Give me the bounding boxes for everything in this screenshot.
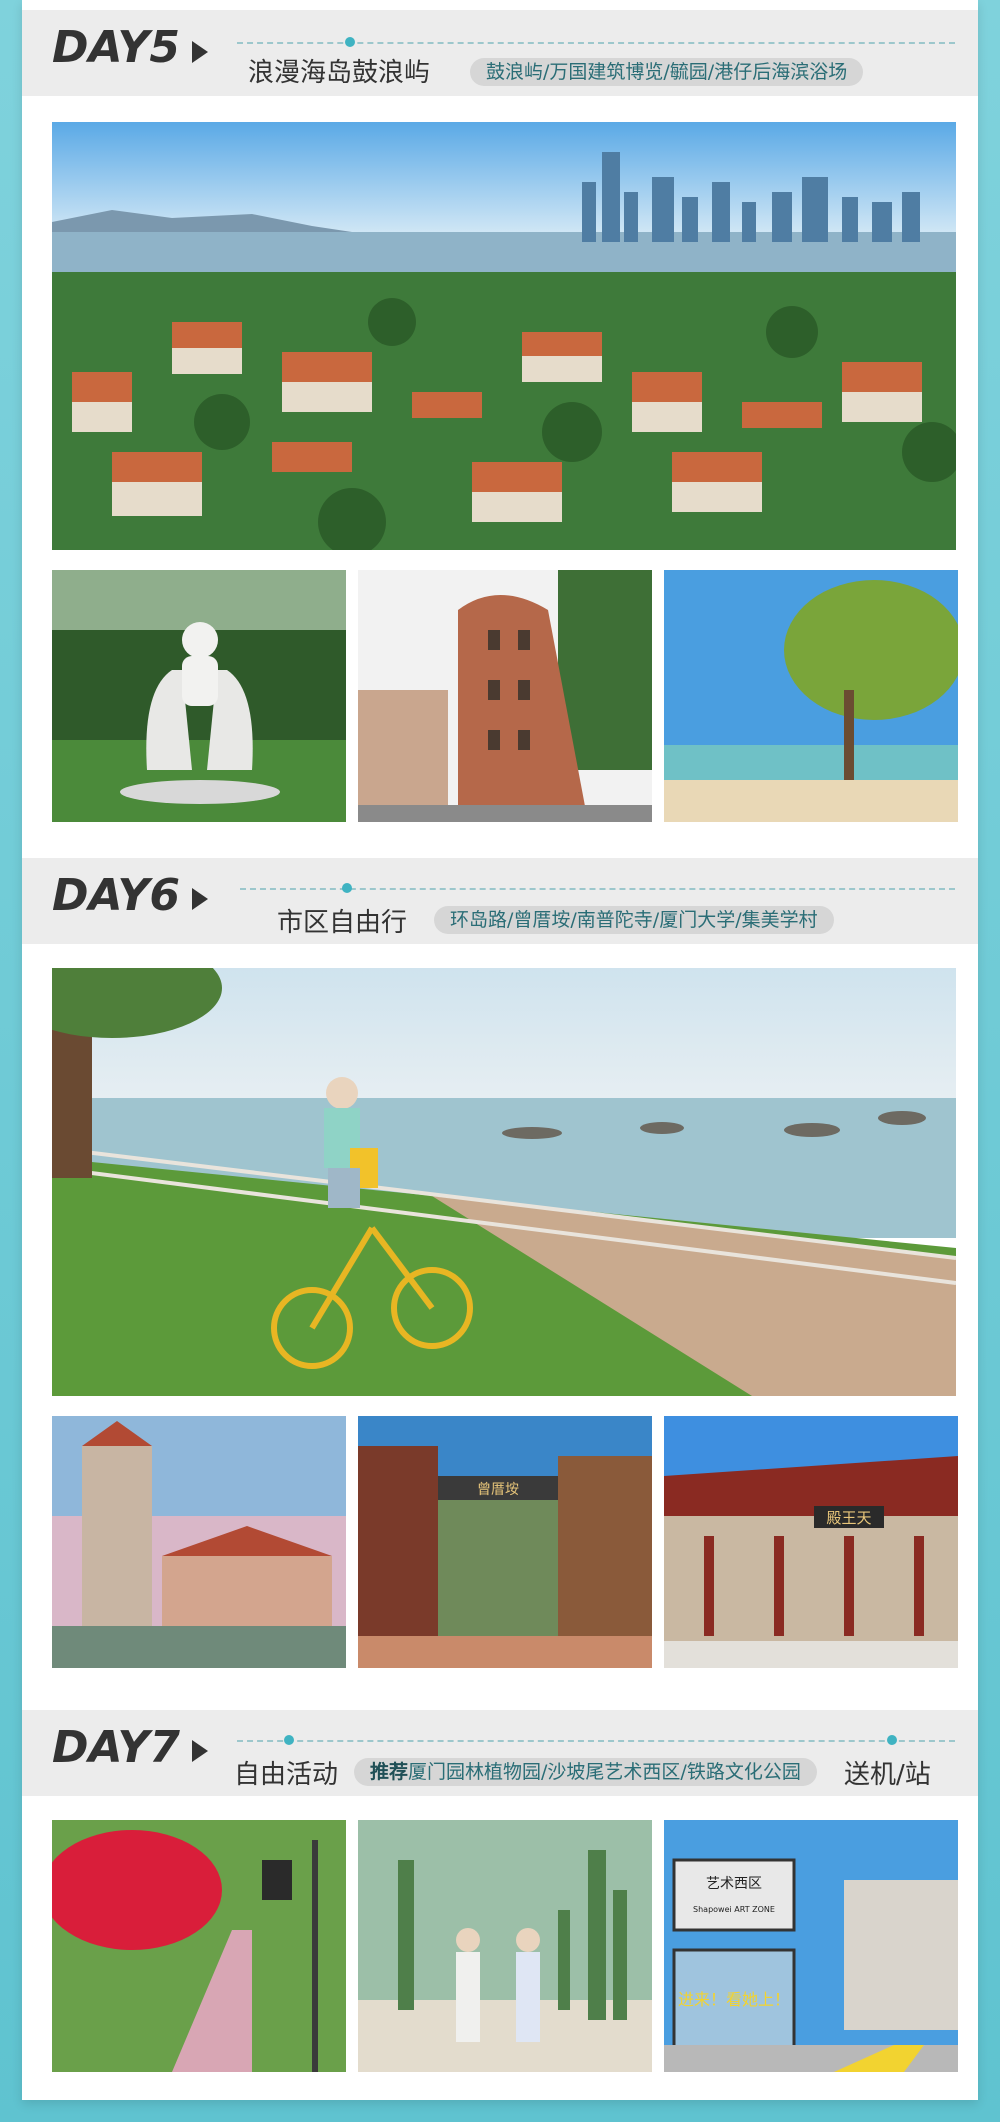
day7-title: DAY7 [52,1722,181,1773]
flatiron-building-photo [358,570,652,822]
day6-spots-tag: 环岛路/曾厝垵/南普陀寺/厦门大学/集美学村 [434,906,834,934]
day7-header: DAY7 自由活动 推荐厦门园林植物园/沙坡尾艺术西区/铁路文化公园 送机/站 [22,1710,978,1796]
dashed-divider [237,1740,955,1742]
itinerary-card: DAY5 浪漫海岛鼓浪屿 鼓浪屿/万国建筑博览/毓园/港仔后海滨浴场 DAY6 … [22,0,978,2100]
day5-spots-tag: 鼓浪屿/万国建筑博览/毓园/港仔后海滨浴场 [470,58,864,86]
dot-marker-icon [342,883,352,893]
botanical-garden-photo [52,1820,346,2072]
art-zone-sign-text: 艺术西区 [706,1876,762,1892]
day7-tail-text: 送机/站 [844,1760,931,1790]
art-zone-sign-en-text: Shapowei ART ZONE [693,1905,775,1914]
play-arrow-icon [192,888,208,910]
day6-header: DAY6 市区自由行 环岛路/曾厝垵/南普陀寺/厦门大学/集美学村 [22,858,978,944]
day7-spots-text: 厦门园林植物园/沙坡尾艺术西区/铁路文化公园 [408,1761,801,1783]
yuyuan-statue-photo [52,570,346,822]
art-zone-slogan-text: 进来！看她上！ [678,1990,790,2009]
dot-marker-icon [284,1735,294,1745]
day7-spots-tag: 推荐厦门园林植物园/沙坡尾艺术西区/铁路文化公园 [354,1758,817,1786]
dot-marker-icon [887,1735,897,1745]
day6-title: DAY6 [52,870,181,921]
cactus-garden-photo [358,1820,652,2072]
shapowei-art-zone-photo: 艺术西区 Shapowei ART ZONE 进来！看她上！ [664,1820,958,2072]
zengcuoan-sign-text: 曾厝垵 [477,1482,519,1498]
play-arrow-icon [192,1740,208,1762]
day5-title: DAY5 [52,22,181,73]
beach-tree-photo [664,570,958,822]
day5-subtitle: 浪漫海岛鼓浪屿 [248,58,431,88]
recommend-label: 推荐 [370,1761,409,1783]
nanputuo-temple-photo: 殿王天 [664,1416,958,1668]
gulangyu-panorama-photo [52,122,956,550]
day5-header: DAY5 浪漫海岛鼓浪屿 鼓浪屿/万国建筑博览/毓园/港仔后海滨浴场 [22,10,978,96]
day7-subtitle: 自由活动 [234,1760,339,1790]
play-arrow-icon [192,41,208,63]
zengcuoan-street-photo: 曾厝垵 [358,1416,652,1668]
dot-marker-icon [345,37,355,47]
day6-subtitle: 市区自由行 [277,908,408,938]
xiamen-university-photo [52,1416,346,1668]
temple-plaque-text: 殿王天 [826,1509,871,1527]
huandao-road-cycling-photo [52,968,956,1396]
